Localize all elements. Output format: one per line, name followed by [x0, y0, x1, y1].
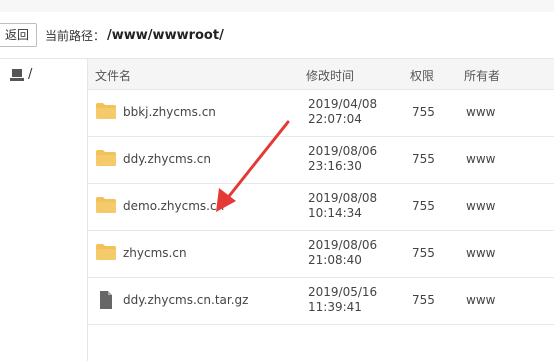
sidebar: /: [0, 59, 88, 361]
table-row[interactable]: bbkj.zhycms.cn 2019/04/08 22:07:04 755 ww…: [88, 90, 554, 137]
file-name[interactable]: bbkj.zhycms.cn: [123, 105, 216, 119]
modified-time: 2019/04/08 22:07:04: [308, 97, 378, 126]
file-icon: [96, 291, 116, 312]
file-name[interactable]: ddy.zhycms.cn: [123, 152, 211, 166]
column-header-perm[interactable]: 权限: [410, 67, 434, 84]
owner[interactable]: www: [466, 105, 495, 119]
modified-time: 2019/08/06 23:16:30: [308, 144, 378, 173]
table-row[interactable]: ddy.zhycms.cn 2019/08/06 23:16:30 755 www: [88, 137, 554, 184]
folder-icon: [96, 150, 116, 169]
file-manager: 返回 当前路径： /www/wwwroot/ / 文件名 修改时间 权限 所有者: [0, 0, 554, 361]
permission[interactable]: 755: [412, 152, 435, 166]
permission[interactable]: 755: [412, 293, 435, 307]
file-name[interactable]: zhycms.cn: [123, 246, 187, 260]
column-header-time[interactable]: 修改时间: [306, 67, 354, 84]
file-name[interactable]: demo.zhycms.cn: [123, 199, 224, 213]
folder-icon: [96, 197, 116, 216]
modified-time: 2019/08/08 10:14:34: [308, 191, 378, 220]
owner[interactable]: www: [466, 199, 495, 213]
table-row[interactable]: zhycms.cn 2019/08/06 21:08:40 755 www: [88, 231, 554, 278]
column-header-owner[interactable]: 所有者: [464, 67, 500, 84]
folder-icon: [96, 103, 116, 122]
owner[interactable]: www: [466, 246, 495, 260]
table-row[interactable]: ddy.zhycms.cn.tar.gz 2019/05/16 11:39:41 …: [88, 278, 554, 325]
file-name[interactable]: ddy.zhycms.cn.tar.gz: [123, 293, 248, 307]
table-row[interactable]: demo.zhycms.cn 2019/08/08 10:14:34 755 ww…: [88, 184, 554, 231]
sidebar-item-label: /: [28, 67, 33, 82]
folder-icon: [96, 244, 116, 263]
path-label: 当前路径：: [45, 28, 106, 43]
modified-time: 2019/08/06 21:08:40: [308, 238, 378, 267]
path-bar: 返回 当前路径： /www/wwwroot/: [0, 12, 554, 59]
column-header-name[interactable]: 文件名: [95, 67, 131, 84]
permission[interactable]: 755: [412, 199, 435, 213]
file-list: 文件名 修改时间 权限 所有者 bbkj.zhycms.cn 2019/04/0…: [88, 59, 554, 361]
modified-time: 2019/05/16 11:39:41: [308, 285, 378, 314]
sidebar-item-root[interactable]: /: [10, 67, 32, 82]
owner[interactable]: www: [466, 293, 495, 307]
permission[interactable]: 755: [412, 246, 435, 260]
permission[interactable]: 755: [412, 105, 435, 119]
current-path[interactable]: /www/wwwroot/: [107, 28, 224, 43]
table-header: 文件名 修改时间 权限 所有者: [88, 59, 554, 90]
drive-icon: [10, 68, 28, 81]
back-button[interactable]: 返回: [0, 23, 38, 47]
owner[interactable]: www: [466, 152, 495, 166]
